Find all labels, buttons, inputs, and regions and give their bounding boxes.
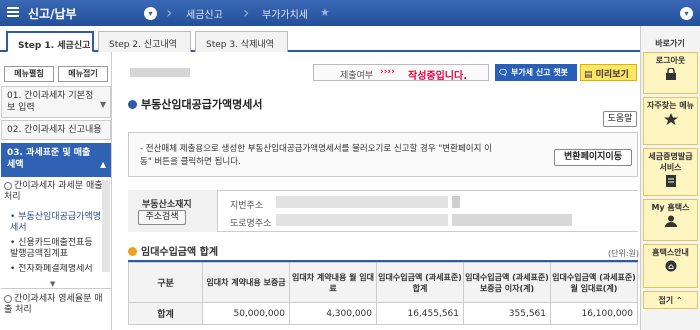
nav-sub-rental-statement[interactable]: • 부동산임대공급가액명세서	[10, 212, 102, 234]
total-income: 16,455,561	[376, 302, 464, 325]
section-dropdown-icon[interactable]: ▾	[144, 7, 157, 20]
breadcrumb-tax-report[interactable]: 세금신고	[186, 6, 223, 21]
star-icon	[663, 113, 678, 125]
nav-sub-e-money[interactable]: • 전자화폐결제명세서	[10, 264, 102, 275]
chevron-up-icon: ▲	[100, 160, 107, 169]
total-row-label: 합계	[128, 302, 203, 325]
person-icon	[664, 215, 677, 227]
jibun-address-field-end[interactable]	[452, 196, 460, 208]
user-name-blurred	[130, 68, 190, 77]
header-category: 구분	[128, 262, 203, 303]
summary-bullet-icon	[128, 247, 137, 256]
separator-icon: ›	[243, 3, 250, 22]
summary-title: 임대수입금액 합계	[128, 243, 218, 258]
scroll-down-icon[interactable]: ▼	[50, 280, 55, 288]
nav-item-tax-base[interactable]: 03. 과세표준 및 매출세액	[1, 143, 111, 177]
nav-item-report-content[interactable]: 02. 간이과세자 신고내용	[1, 120, 111, 140]
svg-text:⌂: ⌂	[668, 262, 674, 271]
submission-status-value: 작성중입니다.	[408, 71, 467, 82]
nav-sub-taxable-sales[interactable]: 간이과세자 과세분 매출 처리	[4, 181, 104, 203]
summary-table: 구분 임대차 계약내용 보증금 임대차 계약내용 월 임대료 임대수입금액 (과…	[128, 262, 638, 325]
header-monthly-rent: 임대차 계약내용 월 임대료	[289, 262, 377, 303]
logout-button[interactable]: 로그아웃	[643, 52, 698, 94]
tax-certificate-button[interactable]: 세금증명발급 서비스	[643, 148, 698, 196]
nav-scrollbar[interactable]	[102, 180, 110, 272]
favorite-star-icon[interactable]: ★	[320, 6, 330, 19]
more-dropdown-icon[interactable]: ▾	[680, 7, 693, 20]
header-income-total: 임대수입금액 (과세표준) 합계	[376, 262, 464, 303]
nav-sub-zero-rate-sales[interactable]: 간이과세자 영세율분 매출 처리	[4, 294, 106, 316]
menu-expand-button[interactable]: 메뉴펼침	[4, 66, 54, 82]
header-rent-total: 임대수입금액 (과세표준) 월 임대료(계)	[550, 262, 638, 303]
road-address-label: 도로명주소	[230, 219, 272, 229]
summary-header-row: 구분 임대차 계약내용 보증금 임대차 계약내용 월 임대료 임대수입금액 (과…	[128, 262, 638, 303]
document-icon	[665, 175, 676, 187]
chevron-up-icon: ⌃	[675, 296, 683, 305]
road-address-detail-field[interactable]	[452, 214, 572, 226]
quick-links-title: 바로가기	[655, 39, 685, 48]
tab-step2[interactable]: Step 2. 신고내역	[98, 31, 191, 52]
jibun-address-field[interactable]	[276, 196, 448, 208]
help-button[interactable]: 도움말	[603, 111, 637, 127]
nav-sub-card-sales[interactable]: • 신용카드매출전표등 발행금액집계표	[10, 238, 102, 260]
total-monthly-rent: 4,300,000	[289, 302, 377, 325]
lock-icon	[665, 68, 676, 80]
chatbot-icon: 🗨	[498, 68, 509, 77]
breadcrumb-vat[interactable]: 부가가치세	[262, 6, 308, 21]
summary-total-row: 합계 50,000,000 4,300,000 16,455,561 355,5…	[128, 302, 638, 325]
address-label: 부동산소재지	[142, 200, 192, 210]
address-search-button[interactable]: 주소검색	[138, 210, 186, 225]
header-deposit: 임대차 계약내용 보증금	[202, 262, 290, 303]
header-deposit-interest: 임대수입금액 (과세표준) 보증금 이자(계)	[463, 262, 551, 303]
faq-menu-button[interactable]: 자주찾는 메뉴	[643, 97, 698, 145]
tab-step1[interactable]: Step 1. 세금신고	[6, 31, 94, 53]
convert-page-button[interactable]: 변환페이지이동	[554, 149, 632, 166]
nav-divider	[1, 288, 111, 289]
notice-text: - 전산매체 제출용으로 생성한 부동산임대공급가액명세서를 불러오기로 신고할…	[140, 144, 492, 167]
chevron-down-icon: ▼	[100, 100, 107, 109]
total-deposit: 50,000,000	[202, 302, 290, 325]
page-title: 부동산임대공급가액명세서	[128, 96, 262, 112]
nav-item-basic-info[interactable]: 01. 간이과세자 기본정보 입력	[1, 86, 111, 118]
my-hometax-button[interactable]: My 홈택스	[643, 199, 698, 241]
title-bullet-icon	[128, 100, 137, 109]
collapse-circle-icon	[4, 294, 12, 303]
tab-step3[interactable]: Step 3. 삭제내역	[195, 31, 288, 52]
status-arrows: ››››	[380, 67, 395, 77]
home-info-icon: ⌂	[665, 260, 676, 272]
unit-label: (단위:원)	[608, 249, 640, 258]
preview-button[interactable]: ▤ 미리보기	[580, 64, 637, 81]
submission-label: 제출여부	[340, 71, 374, 81]
preview-icon: ▤	[584, 70, 593, 80]
tab-bar	[0, 26, 640, 52]
separator-icon: ›	[166, 3, 173, 22]
menu-icon[interactable]	[7, 7, 19, 17]
section-title[interactable]: 신고/납부	[28, 5, 77, 22]
total-deposit-interest: 355,561	[463, 302, 551, 325]
fold-sidebar-button[interactable]: 접기 ⌃	[643, 291, 698, 309]
hometax-guide-button[interactable]: 홈택스안내 ⌂	[643, 244, 698, 288]
top-navigation-bar	[0, 0, 700, 26]
jibun-address-label: 지번주소	[230, 201, 264, 211]
menu-collapse-button[interactable]: 메뉴접기	[58, 66, 108, 82]
road-address-field[interactable]	[276, 214, 448, 226]
collapse-circle-icon	[4, 181, 12, 190]
total-rent: 16,100,000	[550, 302, 638, 325]
vat-chatbot-button[interactable]: 🗨 부가세 신고 챗봇	[495, 64, 577, 81]
